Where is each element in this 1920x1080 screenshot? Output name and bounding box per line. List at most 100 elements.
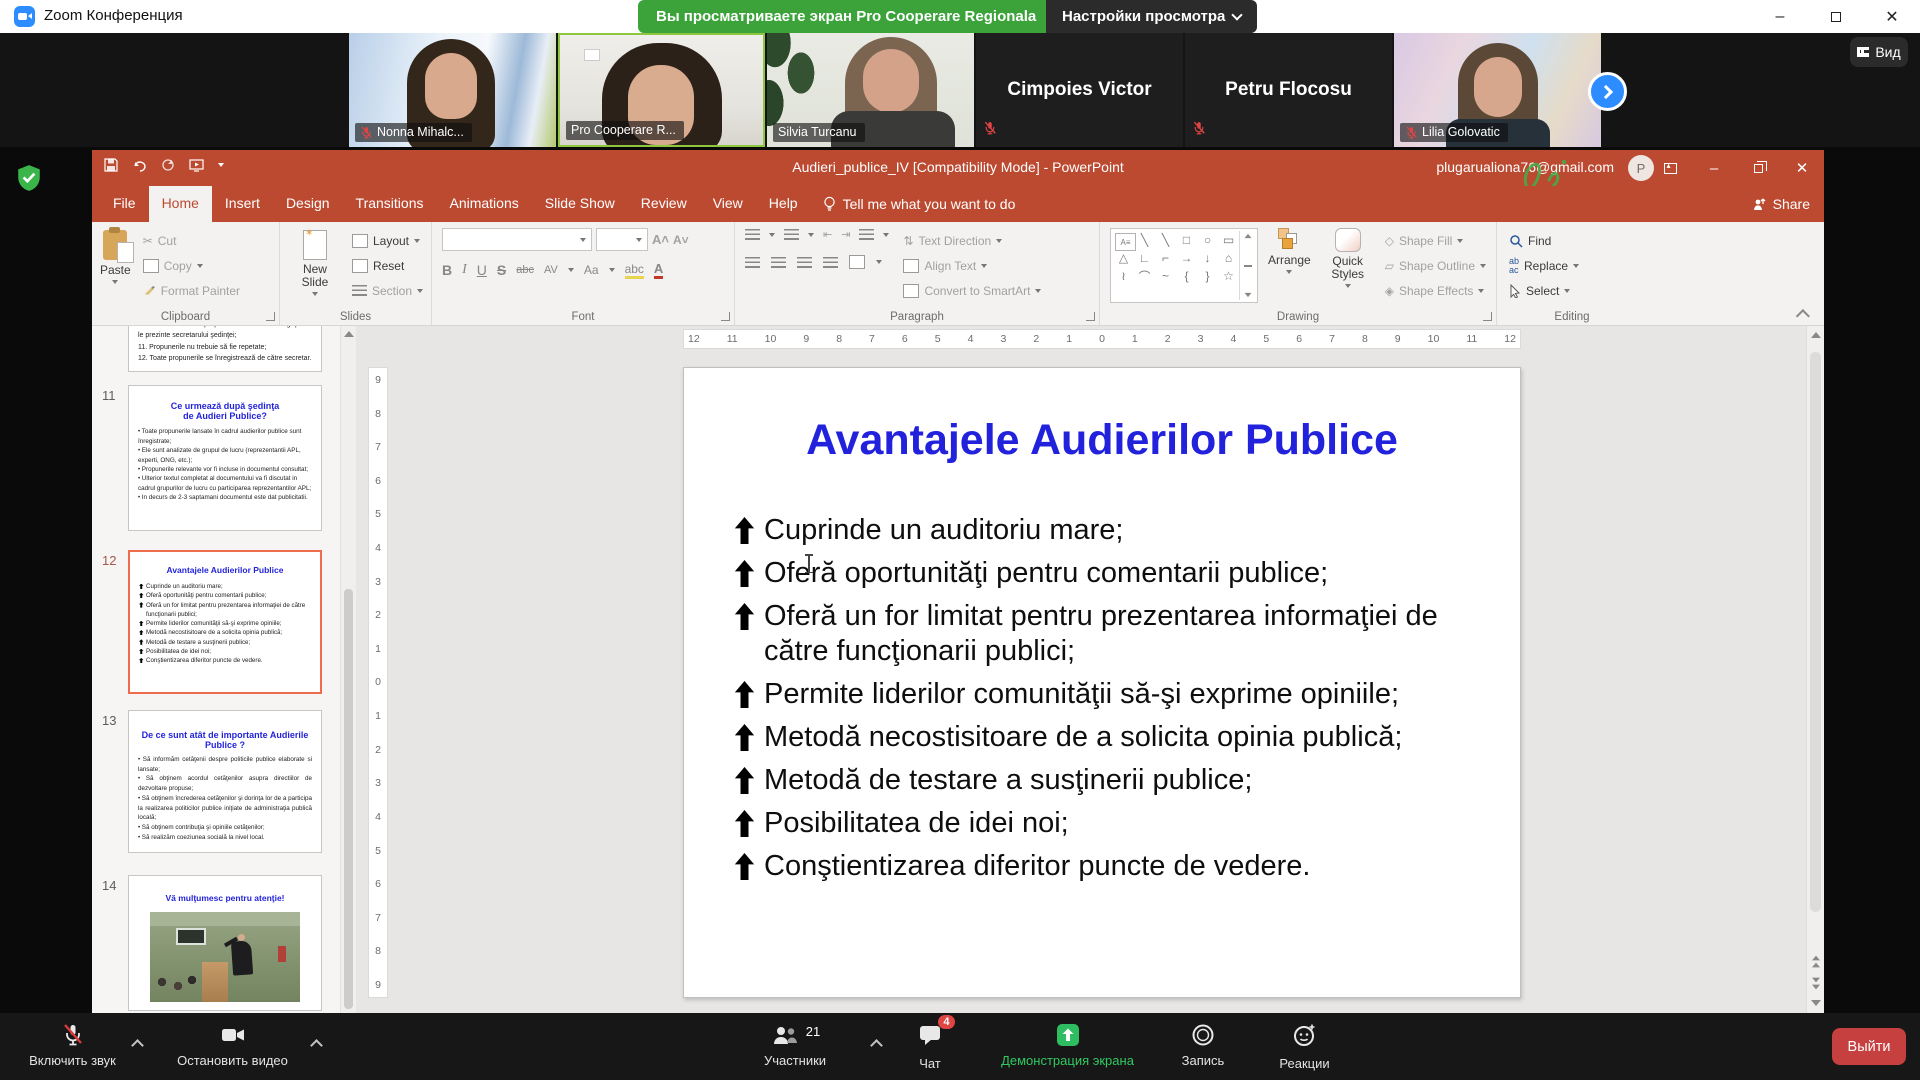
collapse-ribbon-chevron[interactable] (1796, 309, 1810, 323)
video-tile-no-video[interactable]: Petru Flocosu (1185, 33, 1392, 147)
increase-font-button[interactable]: A˄ (652, 232, 669, 247)
view-button[interactable]: Вид (1850, 37, 1908, 67)
find-button[interactable]: Find (1509, 228, 1635, 253)
panel-scroll-up-arrow[interactable] (344, 331, 354, 337)
next-slide-button[interactable] (1809, 975, 1823, 991)
share-button[interactable]: Share (1753, 186, 1810, 222)
arrow-line-shape-icon[interactable]: ╲ (1155, 231, 1176, 249)
section-button[interactable]: Section (352, 278, 423, 303)
cut-button[interactable]: ✂Cut (143, 228, 240, 253)
screen-share-button[interactable]: Демонстрация экрана (975, 1022, 1160, 1068)
highlight-color-button[interactable]: abc (625, 262, 644, 279)
arc-shape-icon[interactable]: ⌒ (1134, 267, 1155, 285)
elbow-shape-icon[interactable]: ⌐ (1155, 249, 1176, 267)
layout-button[interactable]: Layout (352, 228, 423, 253)
font-size-combo[interactable] (596, 228, 648, 251)
tab-design[interactable]: Design (273, 186, 343, 222)
reactions-button[interactable]: Реакции (1262, 1022, 1347, 1071)
record-button[interactable]: Запись (1168, 1022, 1238, 1068)
align-left-button[interactable] (745, 257, 760, 268)
tab-review[interactable]: Review (628, 186, 700, 222)
slide-canvas[interactable]: Avantajele Audierilor Publice Cuprinde u… (683, 367, 1521, 998)
tab-animations[interactable]: Animations (436, 186, 531, 222)
ellipse-shape-icon[interactable]: ○ (1197, 231, 1218, 249)
scroll-up-arrow[interactable] (1811, 332, 1821, 338)
bullets-button[interactable] (745, 229, 760, 240)
strikethrough-abc-button[interactable]: abc (516, 264, 534, 276)
font-dialog-launcher[interactable] (721, 312, 730, 321)
line-shape-icon[interactable]: ╲ (1134, 231, 1155, 249)
rounded-rect-shape-icon[interactable]: ▭ (1218, 231, 1239, 249)
text-direction-button[interactable]: ⇅Text Direction (903, 228, 1041, 253)
minimize-button[interactable]: – (1752, 0, 1808, 33)
tab-slide-show[interactable]: Slide Show (532, 186, 628, 222)
character-spacing-button[interactable]: AV (544, 264, 558, 276)
format-painter-button[interactable]: Format Painter (143, 278, 240, 303)
slide-thumbnail-14[interactable]: Vă mulţumesc pentru atenţie! (128, 875, 322, 1011)
view-settings-button[interactable]: Настройки просмотра (1046, 0, 1257, 33)
editor-scrollbar[interactable] (1806, 326, 1824, 1013)
right-angle-shape-icon[interactable]: ∟ (1134, 249, 1155, 267)
columns-button[interactable] (849, 255, 865, 269)
video-tile[interactable]: Silvia Turcanu (767, 33, 974, 147)
arrow-down-shape-icon[interactable]: ↓ (1197, 249, 1218, 267)
arrange-button[interactable]: Arrange (1268, 228, 1311, 303)
shapes-more-button[interactable] (1244, 293, 1251, 297)
tell-me-box[interactable]: Tell me what you want to do (811, 186, 1028, 222)
font-color-button[interactable]: A (654, 261, 663, 279)
tab-transitions[interactable]: Transitions (343, 186, 437, 222)
strikethrough-button[interactable]: S (497, 262, 506, 278)
slide-thumbnail-10-partial[interactable]: 10. Vorbitorii care au propunerile în sc… (128, 326, 322, 372)
numbering-button[interactable] (784, 229, 799, 240)
justify-button[interactable] (823, 257, 838, 268)
convert-smartart-button[interactable]: Convert to SmartArt (903, 278, 1041, 303)
bold-button[interactable]: B (442, 262, 452, 278)
font-name-combo[interactable] (442, 228, 592, 251)
slide-thumbnail-11[interactable]: Ce urmează după şedinţa de Audieri Publi… (128, 385, 322, 531)
chat-button[interactable]: 4 Чат (895, 1022, 965, 1071)
stop-video-button[interactable]: Остановить видео (160, 1022, 305, 1068)
video-tile[interactable]: Lilia Golovatic (1394, 33, 1601, 147)
align-text-button[interactable]: Align Text (903, 253, 1041, 278)
panel-scrollbar[interactable] (340, 326, 356, 1013)
leave-button[interactable]: Выйти (1832, 1028, 1906, 1065)
video-options-chevron[interactable] (310, 1039, 323, 1052)
align-center-button[interactable] (771, 257, 786, 268)
ppt-restore-button[interactable] (1736, 150, 1780, 186)
tab-home[interactable]: Home (149, 186, 212, 222)
left-brace-shape-icon[interactable]: { (1176, 267, 1197, 285)
change-case-button[interactable]: Aa (584, 263, 599, 277)
drawing-dialog-launcher[interactable] (1483, 312, 1492, 321)
tab-file[interactable]: File (100, 186, 149, 222)
line-spacing-button[interactable] (859, 229, 874, 240)
participants-button[interactable]: 21 Участники (735, 1022, 855, 1068)
quick-styles-button[interactable]: Quick Styles (1321, 228, 1375, 303)
pentagon-shape-icon[interactable]: ⌂ (1218, 249, 1239, 267)
replace-button[interactable]: abac Replace (1509, 253, 1635, 278)
copy-button[interactable]: Copy (143, 253, 240, 278)
italic-button[interactable]: I (462, 262, 467, 278)
increase-indent-button[interactable]: ⇥ (841, 228, 850, 241)
select-button[interactable]: Select (1509, 278, 1635, 303)
paragraph-dialog-launcher[interactable] (1086, 312, 1095, 321)
right-brace-shape-icon[interactable]: } (1197, 267, 1218, 285)
scroll-down-arrow[interactable] (1809, 995, 1823, 1011)
tab-help[interactable]: Help (756, 186, 811, 222)
shapes-scroll-up[interactable] (1244, 234, 1251, 238)
ppt-minimize-button[interactable]: – (1692, 150, 1736, 186)
clipboard-dialog-launcher[interactable] (266, 312, 275, 321)
reset-button[interactable]: Reset (352, 253, 423, 278)
ppt-close-button[interactable]: ✕ (1780, 150, 1824, 186)
shapes-gallery[interactable]: A≡ ╲ ╲ □ ○ ▭ △ ∟ ⌐ → ↓ ⌂ ≀ (1110, 228, 1258, 303)
participants-options-chevron[interactable] (870, 1039, 883, 1052)
rectangle-shape-icon[interactable]: □ (1176, 231, 1197, 249)
scribble-shape-icon[interactable]: ≀ (1113, 267, 1134, 285)
arrow-right-shape-icon[interactable]: → (1176, 249, 1197, 267)
shape-outline-button[interactable]: ▱Shape Outline (1385, 253, 1486, 278)
decrease-font-button[interactable]: A˅ (673, 233, 689, 247)
slide-thumbnail-13[interactable]: De ce sunt atât de importante Audierile … (128, 710, 322, 853)
close-button[interactable]: ✕ (1864, 0, 1920, 33)
decrease-indent-button[interactable]: ⇤ (823, 228, 832, 241)
paste-button[interactable]: Paste (100, 230, 131, 303)
video-tile-no-video[interactable]: Cimpoies Victor (976, 33, 1183, 147)
